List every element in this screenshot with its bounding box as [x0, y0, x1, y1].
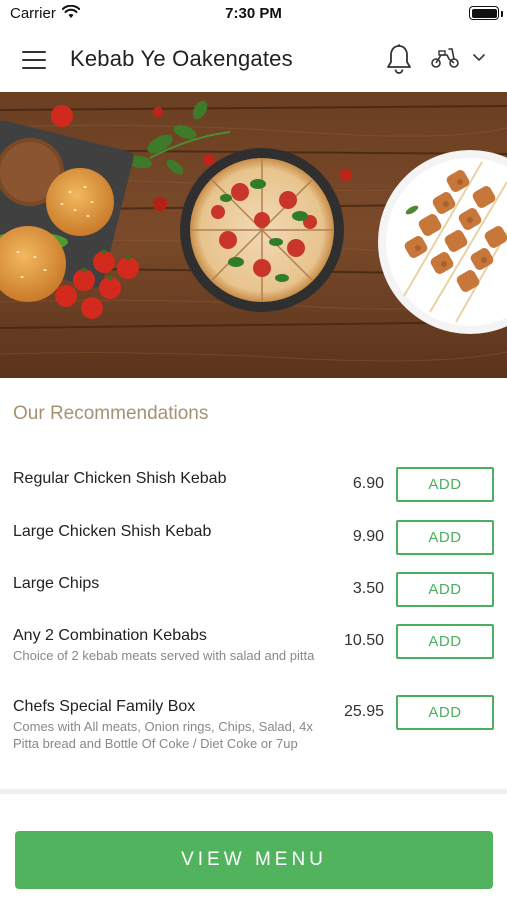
hamburger-menu-icon[interactable] [22, 48, 48, 70]
chevron-down-icon[interactable] [472, 53, 486, 63]
recommendations-title: Our Recommendations [13, 403, 209, 424]
list-item: Regular Chicken Shish Kebab 6.90 ADD [0, 466, 507, 506]
add-button[interactable]: ADD [396, 695, 494, 730]
list-item: Chefs Special Family Box Comes with All … [0, 694, 507, 770]
app-header: Kebab Ye Oakengates [0, 26, 507, 92]
bell-icon[interactable] [385, 43, 413, 75]
add-button[interactable]: ADD [396, 572, 494, 607]
battery-icon [469, 6, 499, 20]
item-price: 6.90 [352, 475, 384, 492]
scooter-icon[interactable] [430, 46, 460, 70]
item-price: 10.50 [343, 632, 384, 649]
status-bar: Carrier 7:30 PM [0, 0, 507, 26]
item-description: Choice of 2 kebab meats served with sala… [13, 648, 315, 663]
item-description: Comes with All meats, Onion rings, Chips… [13, 719, 313, 751]
list-item: Large Chips 3.50 ADD [0, 571, 507, 611]
item-name: Any 2 Combination Kebabs [13, 627, 207, 644]
view-menu-button[interactable]: VIEW MENU [15, 831, 493, 889]
item-name: Regular Chicken Shish Kebab [13, 470, 227, 487]
item-price: 3.50 [352, 580, 384, 597]
divider [0, 789, 507, 794]
hero-banner-image [0, 92, 507, 378]
list-item: Large Chicken Shish Kebab 9.90 ADD [0, 519, 507, 559]
item-name: Large Chicken Shish Kebab [13, 523, 212, 540]
add-button[interactable]: ADD [396, 624, 494, 659]
item-price: 9.90 [352, 528, 384, 545]
clock: 7:30 PM [225, 5, 282, 22]
item-price: 25.95 [343, 703, 384, 720]
add-button[interactable]: ADD [396, 520, 494, 555]
item-name: Large Chips [13, 575, 100, 592]
item-name: Chefs Special Family Box [13, 698, 196, 715]
food-banner-image [0, 92, 507, 378]
list-item: Any 2 Combination Kebabs Choice of 2 keb… [0, 623, 507, 681]
restaurant-title: Kebab Ye Oakengates [70, 46, 293, 71]
add-button[interactable]: ADD [396, 467, 494, 502]
